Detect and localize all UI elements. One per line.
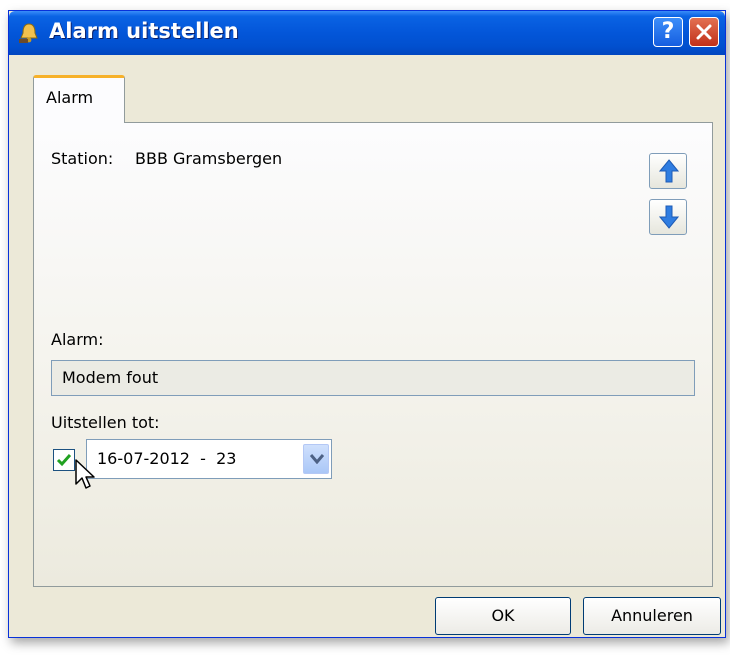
help-button[interactable]: ? [653, 17, 683, 47]
dialog-window: Alarm uitstellen ? Alarm Station: BBB Gr… [8, 10, 726, 638]
cancel-button[interactable]: Annuleren [583, 597, 721, 635]
postpone-label: Uitstellen tot: [51, 413, 160, 432]
cancel-label: Annuleren [611, 606, 693, 625]
mouse-cursor-icon [75, 459, 95, 489]
title-bar[interactable]: Alarm uitstellen ? [9, 11, 725, 55]
move-up-button[interactable] [649, 153, 687, 189]
station-label: Station: [51, 149, 114, 168]
postpone-checkbox[interactable] [53, 449, 75, 471]
dropdown-button[interactable] [303, 444, 329, 474]
close-button[interactable] [689, 17, 719, 47]
window-title: Alarm uitstellen [49, 19, 239, 43]
chevron-down-icon [310, 454, 324, 464]
station-value: BBB Gramsbergen [135, 149, 283, 168]
alarm-label: Alarm: [51, 330, 104, 349]
ok-button[interactable]: OK [435, 597, 571, 635]
arrow-up-icon [659, 159, 679, 183]
tab-alarm[interactable]: Alarm [33, 75, 125, 123]
ok-label: OK [491, 606, 515, 625]
tab-panel: Station: BBB Gramsbergen Alarm: Modem fo… [33, 122, 713, 587]
help-icon: ? [661, 19, 675, 44]
move-down-button[interactable] [649, 199, 687, 235]
tab-label: Alarm [46, 88, 94, 107]
alarm-field: Modem fout [51, 360, 695, 396]
bell-icon [19, 23, 38, 43]
postpone-date-select[interactable]: 16-07-2012 - 23 [86, 439, 332, 479]
close-icon [696, 24, 712, 40]
arrow-down-icon [659, 205, 679, 229]
checkmark-icon [56, 454, 72, 467]
postpone-date-value: 16-07-2012 - 23 [97, 449, 237, 468]
alarm-value: Modem fout [62, 368, 159, 387]
